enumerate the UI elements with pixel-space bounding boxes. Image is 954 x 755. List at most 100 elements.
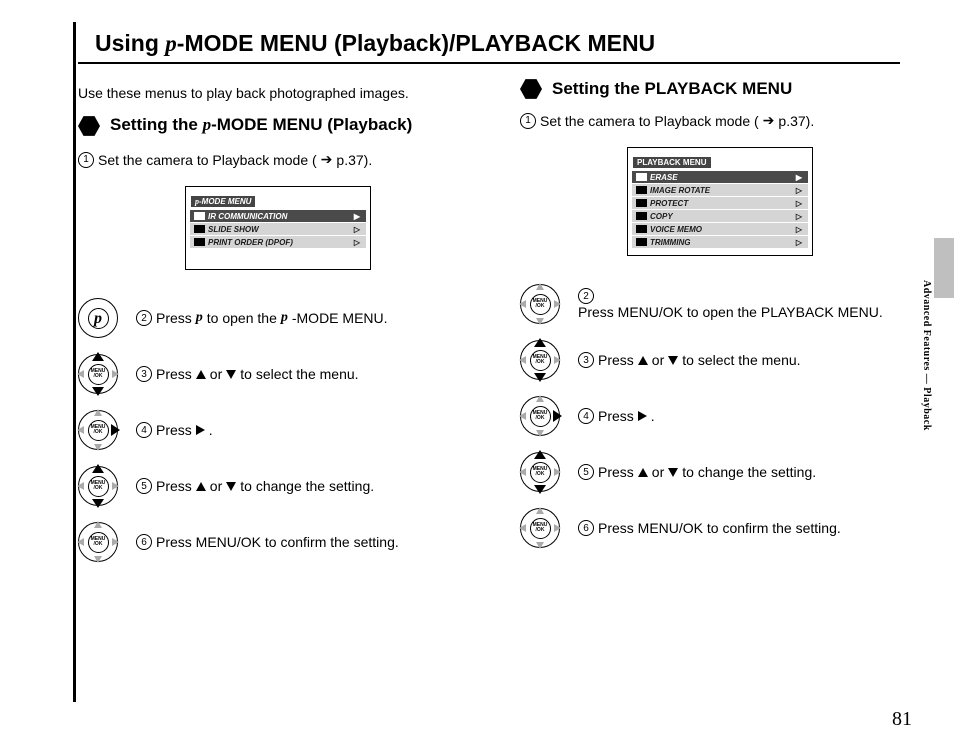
menu-row: SLIDE SHOW▷ [190,223,366,235]
menu-ok-label: MENU /OK [88,532,109,553]
down-arrow-icon [226,482,236,491]
left-steps: p2Press p to open the p-MODE MENU.MENU /… [78,290,478,570]
right-heading: Setting the PLAYBACK MENU [552,79,792,99]
instruction-span: Press [598,352,634,368]
menu-ok-label: MENU /OK [530,462,551,483]
hex-bullet-icon [520,78,542,100]
instruction-text: 6Press MENU/OK to confirm the setting. [578,520,841,536]
instruction-step: p2Press p to open the p-MODE MENU. [78,290,478,346]
up-arrow-icon [196,482,206,491]
screen-rows: ERASE▶IMAGE ROTATE▷PROTECT▷COPY▷VOICE ME… [630,171,810,248]
menu-row-icon [636,199,647,207]
title-post: -MODE MENU (Playback)/PLAYBACK MENU [177,30,655,56]
instruction-span: Press [156,478,192,494]
right-arrow-icon [554,356,561,364]
menu-ok-dial-icon: MENU /OK [520,284,560,324]
title-pre: Using [95,30,165,56]
side-section-label: Advanced Features — Playback [921,280,932,431]
right-arrow-icon [112,538,119,546]
screen-title: p-MODE MENU [191,196,255,207]
lead-post: p.37). [336,152,372,168]
step-number-circle: 4 [136,422,152,438]
instruction-span: to select the menu. [240,366,358,382]
menu-row-arrow-icon: ▷ [796,212,802,221]
instruction-text: 4Press . [578,408,655,424]
down-arrow-icon [536,318,544,325]
menu-ok-label: MENU /OK [530,350,551,371]
menu-ok-dial-icon: MENU /OK [78,410,118,450]
menu-row-label: SLIDE SHOW [208,225,259,234]
heading-post: -MODE MENU (Playback) [211,115,412,134]
up-arrow-icon [92,464,104,473]
menu-row-label: IMAGE ROTATE [650,186,710,195]
instruction-span: Press MENU/OK to open the PLAYBACK MENU. [578,304,883,320]
down-arrow-icon [92,499,104,508]
left-arrow-icon [77,538,84,546]
left-arrow-icon [77,426,84,434]
instruction-span: Press [598,464,634,480]
menu-ok-dial-icon: MENU /OK [520,452,560,492]
menu-row-icon [194,212,205,220]
lead-pre: Set the camera to Playback mode ( [540,113,759,129]
left-arrow-icon [519,300,526,308]
f-button-icon: p [78,298,118,338]
f-icon: p [281,310,288,326]
menu-ok-label: MENU /OK [530,518,551,539]
menu-row: COPY▷ [632,210,808,222]
menu-ok-label: MENU /OK [88,420,109,441]
menu-ok-dial-icon: MENU /OK [520,396,560,436]
instruction-span: Press [156,366,192,382]
f-icon: p [203,115,212,134]
side-tab [934,238,954,298]
instruction-step: MENU /OK3Press or to select the menu. [520,332,920,388]
instruction-text: 3Press or to select the menu. [136,366,359,382]
screen-title-rest: -MODE MENU [199,197,251,206]
up-arrow-icon [536,395,544,402]
lead-pre: Set the camera to Playback mode ( [98,152,317,168]
intro-text: Use these menus to play back photographe… [78,85,409,101]
screen-title: PLAYBACK MENU [633,157,711,168]
f-icon: p [196,310,203,326]
left-arrow-icon [519,356,526,364]
instruction-step: MENU /OK 3Press or to select the menu. [78,346,478,402]
right-section-heading: Setting the PLAYBACK MENU [520,78,920,100]
left-border-rule [73,22,76,702]
instruction-text: 4Press . [136,422,213,438]
menu-ok-dial-icon: MENU /OK [78,354,118,394]
right-arrow-icon [196,425,205,435]
right-column: Setting the PLAYBACK MENU 1 Set the came… [520,78,920,556]
instruction-span: or [210,478,222,494]
down-arrow-icon [668,356,678,365]
right-arrow-icon [554,524,561,532]
up-arrow-icon [94,409,102,416]
instruction-span: to change the setting. [240,478,374,494]
step-number-circle: 6 [136,534,152,550]
right-arrow-icon [111,424,120,436]
menu-row-label: PROTECT [650,199,688,208]
instruction-text: 5Press or to change the setting. [578,464,816,480]
instruction-step: MENU /OK 4Press . [78,402,478,458]
down-arrow-icon [92,387,104,396]
step-number-circle: 5 [578,464,594,480]
menu-row: IMAGE ROTATE▷ [632,184,808,196]
down-arrow-icon [536,542,544,549]
left-arrow-icon [77,370,84,378]
instruction-span: or [652,464,664,480]
menu-row-arrow-icon: ▷ [796,238,802,247]
step-number-circle: 3 [136,366,152,382]
instruction-span: . [209,422,213,438]
up-arrow-icon [638,356,648,365]
instruction-span: Press [156,310,192,326]
instruction-text: 2Press p to open the p-MODE MENU. [136,310,388,326]
menu-row: PROTECT ▷ [632,197,808,209]
lead-post: p.37). [778,113,814,129]
instruction-span: Press MENU/OK to confirm the setting. [598,520,841,536]
menu-row-arrow-icon: ▷ [796,199,802,208]
left-step-1: 1 Set the camera to Playback mode (➔p.37… [78,151,478,168]
heading-pre: Setting the [110,115,203,134]
instruction-text: 6Press MENU/OK to confirm the setting. [136,534,399,550]
step-number-circle: 4 [578,408,594,424]
up-arrow-icon [638,468,648,477]
step-number-circle: 2 [136,310,152,326]
menu-row-label: TRIMMING [650,238,690,247]
